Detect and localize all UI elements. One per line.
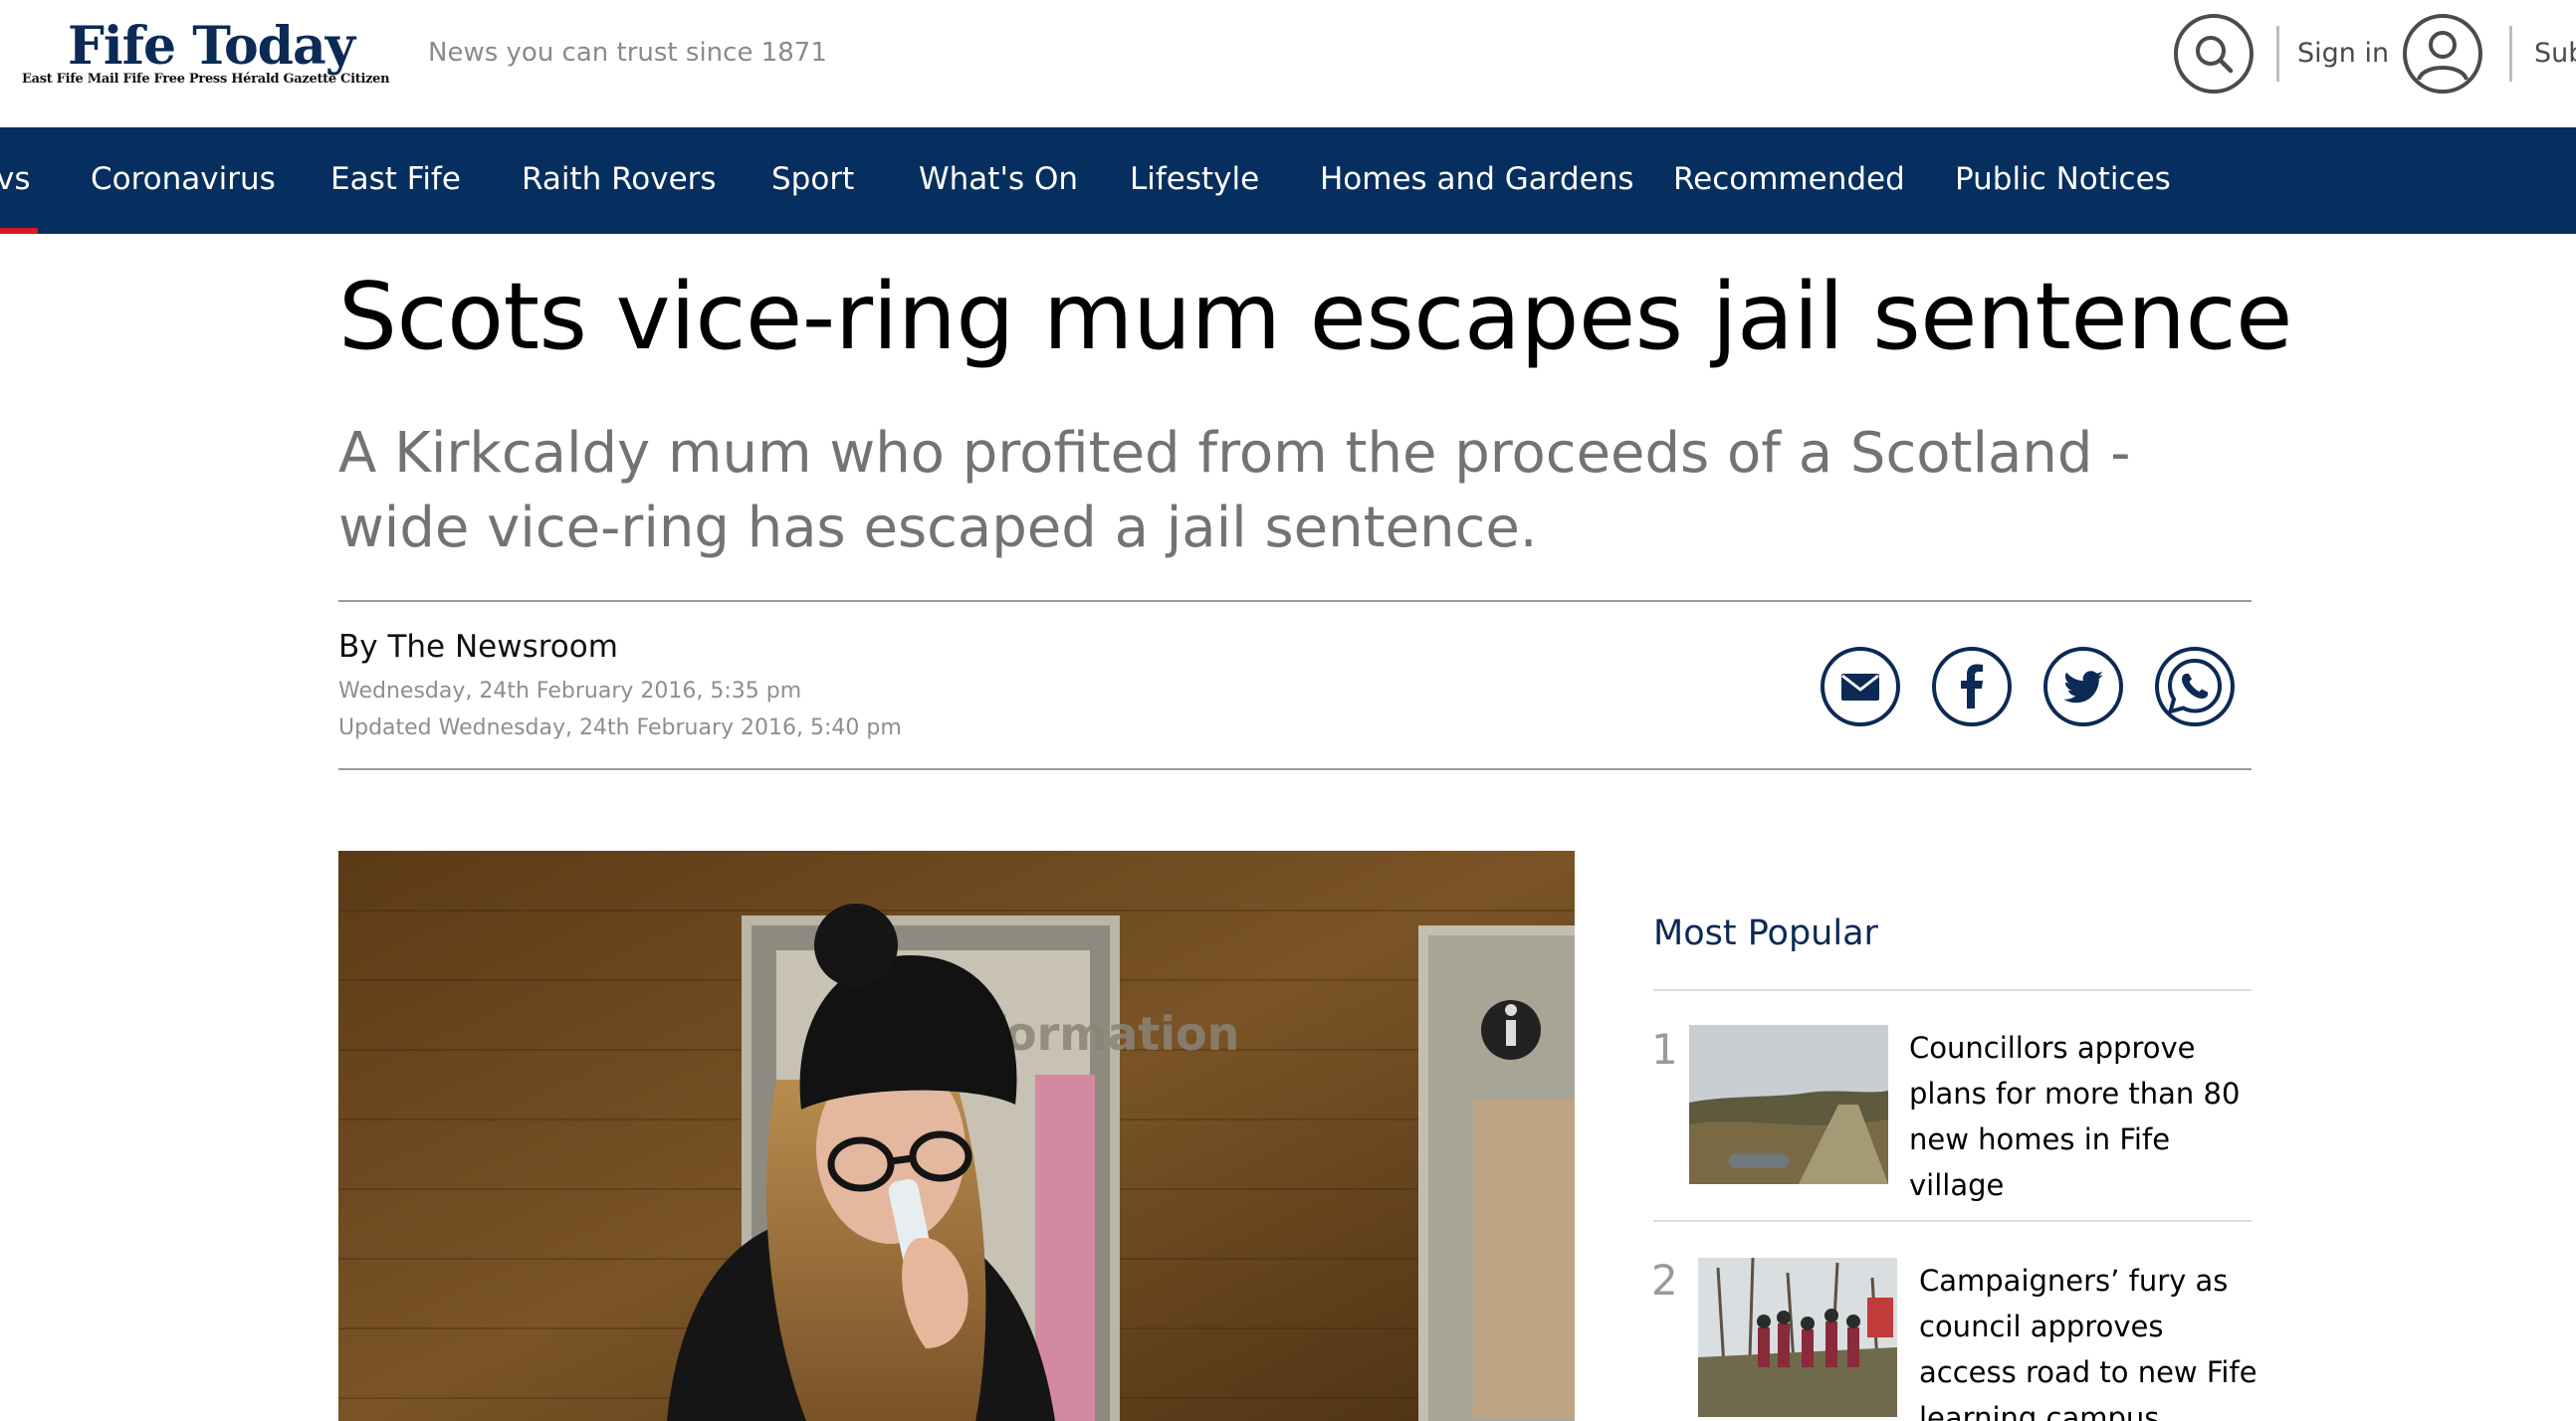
share-facebook-button[interactable] — [1932, 647, 2012, 726]
divider — [338, 600, 2252, 602]
account-button[interactable] — [2403, 14, 2482, 94]
nav-active-indicator — [0, 228, 38, 234]
most-popular-title[interactable]: Campaigners’ fury as council approves ac… — [1919, 1258, 2257, 1421]
twitter-icon — [2063, 671, 2103, 704]
header-divider — [2276, 26, 2279, 82]
most-popular-rank: 1 — [1651, 1025, 1678, 1074]
most-popular-thumbnail[interactable] — [1698, 1258, 1897, 1417]
article-standfirst: A Kirkcaldy mum who profited from the pr… — [338, 421, 2131, 560]
nav-item-raith-rovers[interactable]: Raith Rovers — [522, 161, 717, 197]
logo-title: Fife Today — [68, 16, 355, 77]
most-popular-rank: 2 — [1651, 1256, 1678, 1305]
article-main-image[interactable]: formation — [338, 851, 1575, 1421]
main-navigation: vs Coronavirus East Fife Raith Rovers Sp… — [0, 127, 2576, 234]
search-button[interactable] — [2174, 14, 2254, 94]
nav-item-public-notices[interactable]: Public Notices — [1955, 161, 2171, 197]
nav-item-whats-on[interactable]: What's On — [919, 161, 1078, 197]
divider — [1653, 989, 2252, 991]
most-popular-thumbnail[interactable] — [1689, 1025, 1888, 1184]
email-icon — [1841, 674, 1879, 701]
subscribe-link[interactable]: Sub — [2534, 38, 2576, 69]
updated-date: Updated Wednesday, 24th February 2016, 5… — [338, 715, 902, 740]
divider — [1653, 1220, 2252, 1222]
site-tagline: News you can trust since 1871 — [428, 38, 827, 68]
whatsapp-icon — [2167, 658, 2223, 714]
sign-in-link[interactable]: Sign in — [2297, 38, 2389, 69]
nav-item-lifestyle[interactable]: Lifestyle — [1130, 161, 1259, 197]
site-logo[interactable]: Fife Today East Fife Mail Fife Free Pres… — [22, 16, 390, 96]
nav-item-homes-and-gardens[interactable]: Homes and Gardens — [1320, 161, 1634, 197]
most-popular-heading: Most Popular — [1653, 914, 1878, 953]
published-date: Wednesday, 24th February 2016, 5:35 pm — [338, 679, 802, 704]
share-whatsapp-button[interactable] — [2155, 647, 2235, 726]
share-email-button[interactable] — [1821, 647, 1900, 726]
most-popular-title[interactable]: Councillors approve plans for more than … — [1909, 1025, 2257, 1208]
nav-item-sport[interactable]: Sport — [771, 161, 854, 197]
sign-text: formation — [985, 1007, 1239, 1061]
nav-item-coronavirus[interactable]: Coronavirus — [91, 161, 276, 197]
user-icon — [2417, 31, 2469, 81]
article-byline[interactable]: By The Newsroom — [338, 629, 618, 665]
header-divider — [2509, 26, 2512, 82]
search-icon — [2196, 36, 2234, 74]
facebook-icon — [1961, 664, 1983, 709]
site-header: Fife Today East Fife Mail Fife Free Pres… — [0, 0, 2576, 127]
photo-woman-on-phone: formation — [338, 851, 1575, 1421]
article-headline: Scots vice-ring mum escapes jail sentenc… — [338, 263, 2292, 370]
share-twitter-button[interactable] — [2043, 647, 2123, 726]
logo-publications: East Fife Mail Fife Free Press Hérald Ga… — [22, 72, 390, 87]
nav-item-news[interactable]: vs — [0, 161, 31, 197]
nav-item-recommended[interactable]: Recommended — [1673, 161, 1905, 197]
nav-item-east-fife[interactable]: East Fife — [330, 161, 461, 197]
divider — [338, 768, 2252, 770]
